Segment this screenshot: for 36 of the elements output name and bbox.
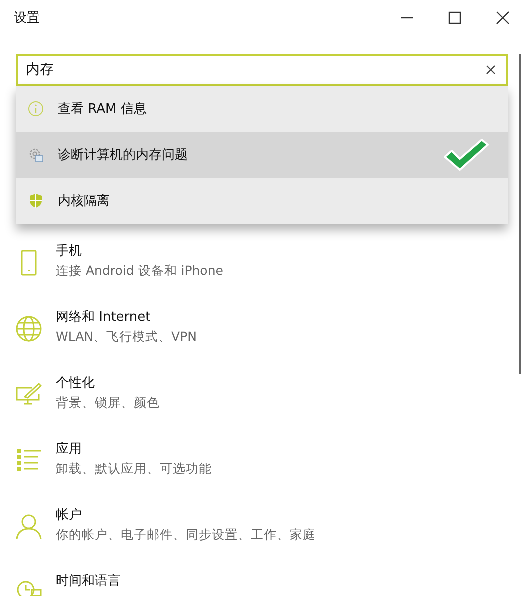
search-field[interactable]: 内存 <box>16 54 508 86</box>
settings-category[interactable]: 个性化 背景、锁屏、颜色 <box>16 368 508 434</box>
maximize-icon[interactable] <box>448 11 462 25</box>
phone-icon <box>21 250 37 276</box>
clock-icon <box>16 580 42 596</box>
category-title: 个性化 <box>56 375 96 392</box>
category-description: 卸载、默认应用、可选功能 <box>56 461 212 478</box>
settings-category[interactable]: 时间和语言 <box>16 566 508 600</box>
globe-icon <box>16 316 42 342</box>
settings-category[interactable]: 网络和 Internet WLAN、飞行模式、VPN <box>16 302 508 368</box>
scrollbar[interactable] <box>519 54 521 374</box>
category-title: 手机 <box>56 243 83 260</box>
settings-category[interactable]: 帐户 你的帐户、电子邮件、同步设置、工作、家庭 <box>16 500 508 566</box>
settings-category[interactable]: 手机 连接 Android 设备和 iPhone <box>16 236 508 302</box>
settings-category[interactable]: 应用 卸载、默认应用、可选功能 <box>16 434 508 500</box>
category-title: 网络和 Internet <box>56 309 152 326</box>
clear-icon[interactable] <box>486 65 496 75</box>
gear-icon <box>28 147 44 163</box>
window-title: 设置 <box>14 10 40 27</box>
category-description: WLAN、飞行模式、VPN <box>56 329 197 346</box>
category-description: 背景、锁屏、颜色 <box>56 395 160 412</box>
shield-icon <box>28 193 44 209</box>
suggestion-item[interactable]: 查看 RAM 信息 <box>16 86 508 132</box>
category-description: 连接 Android 设备和 iPhone <box>56 263 224 280</box>
close-icon[interactable] <box>496 11 510 25</box>
person-icon <box>16 514 42 540</box>
category-title: 帐户 <box>56 507 83 524</box>
category-title: 时间和语言 <box>56 573 121 590</box>
list-icon <box>16 448 42 472</box>
suggestion-item[interactable]: 诊断计算机的内存问题 <box>16 132 508 178</box>
category-title: 应用 <box>56 441 83 458</box>
category-description: 你的帐户、电子邮件、同步设置、工作、家庭 <box>56 527 316 544</box>
suggestion-item[interactable]: 内核隔离 <box>16 178 508 224</box>
monitor-brush-icon <box>16 382 42 406</box>
check-icon <box>442 137 490 173</box>
info-icon <box>28 101 44 117</box>
